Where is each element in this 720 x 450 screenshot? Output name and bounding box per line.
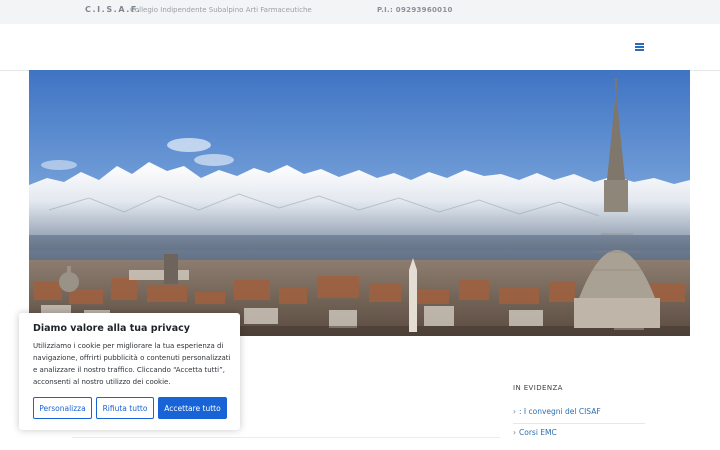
turin-skyline-illustration xyxy=(29,70,690,336)
accept-all-button[interactable]: Accettare tutto xyxy=(158,397,227,419)
sidebar-link-corsi-emc[interactable]: › Corsi EMC xyxy=(513,428,557,437)
sidebar-link-label: : I convegni del CISAF xyxy=(519,407,601,416)
chevron-right-icon: › xyxy=(513,428,516,437)
customize-button[interactable]: Personalizza xyxy=(33,397,92,419)
content-divider xyxy=(72,437,500,438)
sidebar-link-convegni[interactable]: ›: I convegni del CISAF xyxy=(513,407,601,416)
vat-number: P.I.: 09293960010 xyxy=(377,6,453,14)
brand-tagline: Collegio Indipendente Subalpino Arti Far… xyxy=(130,6,312,14)
sidebar-divider xyxy=(513,423,645,424)
sidebar-link-label: Corsi EMC xyxy=(519,428,557,437)
cookie-banner-title: Diamo valore alla tua privacy xyxy=(33,323,190,334)
chevron-right-icon: › xyxy=(513,407,516,416)
hamburger-menu-icon[interactable] xyxy=(634,41,646,53)
cookie-banner-text: Utilizziamo i cookie per migliorare la t… xyxy=(33,342,231,386)
cookie-consent-banner: Diamo valore alla tua privacy Utilizziam… xyxy=(19,313,240,430)
top-bar: C.I.S.A.F. Collegio Indipendente Subalpi… xyxy=(0,0,720,24)
sidebar-title: IN EVIDENZA xyxy=(513,384,563,392)
reject-all-button[interactable]: Rifiuta tutto xyxy=(96,397,154,419)
hero-image xyxy=(29,70,690,336)
main-navbar xyxy=(0,24,720,71)
